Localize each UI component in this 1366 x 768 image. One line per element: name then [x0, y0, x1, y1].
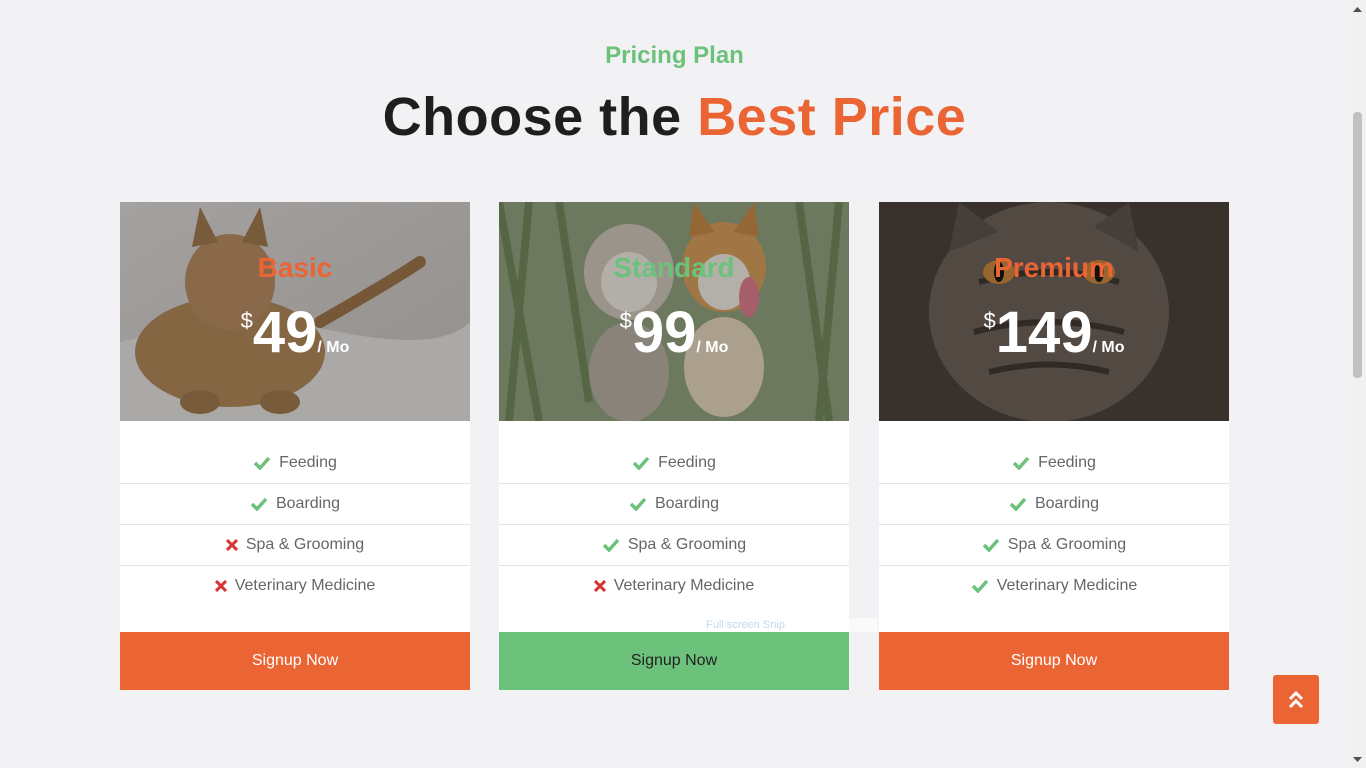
feature-label: Feeding [279, 454, 337, 471]
pricing-subtitle: Pricing Plan [605, 42, 744, 69]
double-chevron-up-icon [1288, 690, 1304, 708]
vertical-scrollbar[interactable] [1349, 0, 1366, 768]
cross-icon [593, 580, 606, 592]
signup-button-basic[interactable]: Signup Now [120, 632, 470, 690]
price-amount: 149 [995, 300, 1093, 365]
signup-button-standard[interactable]: Signup Now [499, 632, 849, 690]
plan-name: Standard [613, 252, 735, 283]
currency-symbol: $ [240, 308, 253, 333]
check-icon [629, 497, 647, 511]
feature-list: Feeding Boarding Spa & Grooming Veterina… [120, 443, 470, 606]
check-icon [982, 538, 1000, 552]
feature-label: Spa & Grooming [627, 536, 747, 553]
scrollbar-thumb[interactable] [1353, 112, 1362, 378]
cross-icon [225, 539, 238, 551]
feature-label: Feeding [658, 454, 716, 471]
feature-item: Boarding [499, 484, 849, 525]
price-period: / Mo [696, 339, 729, 356]
pricing-title: Choose the Best Price [0, 86, 1349, 148]
plan-price: $49/ Mo [120, 302, 470, 364]
feature-list: Feeding Boarding Spa & Grooming Veterina… [499, 443, 849, 606]
check-icon [1009, 497, 1027, 511]
card-header-image: Premium $149/ Mo [879, 202, 1229, 421]
feature-label: Spa & Grooming [245, 536, 365, 553]
feature-label: Veterinary Medicine [234, 577, 376, 594]
check-icon [1012, 456, 1030, 470]
check-icon [602, 538, 620, 552]
plan-name: Basic [257, 252, 333, 283]
pricing-card-standard: Standard $99/ Mo Feeding Boarding Spa & … [499, 202, 849, 690]
scroll-down-arrow[interactable] [1349, 751, 1366, 768]
feature-label: Boarding [275, 495, 341, 512]
feature-label: Boarding [654, 495, 720, 512]
plan-price: $149/ Mo [879, 302, 1229, 364]
check-icon [632, 456, 650, 470]
feature-item: Veterinary Medicine [879, 566, 1229, 606]
card-header-image: Standard $99/ Mo [499, 202, 849, 421]
plan-name: Premium [994, 252, 1114, 283]
feature-item: Spa & Grooming [499, 525, 849, 566]
feature-item: Feeding [499, 443, 849, 484]
snip-tooltip: Full screen Snip [673, 618, 878, 632]
feature-label: Feeding [1038, 454, 1096, 471]
pricing-card-basic: Basic $49/ Mo Feeding Boarding Spa & Gro… [120, 202, 470, 690]
check-icon [971, 579, 989, 593]
plan-price: $99/ Mo [499, 302, 849, 364]
feature-label: Spa & Grooming [1007, 536, 1127, 553]
signup-button-premium[interactable]: Signup Now [879, 632, 1229, 690]
price-period: / Mo [1092, 339, 1125, 356]
feature-item: Feeding [120, 443, 470, 484]
back-to-top-button[interactable] [1273, 675, 1319, 724]
check-icon [250, 497, 268, 511]
price-amount: 49 [252, 300, 318, 365]
feature-item: Veterinary Medicine [120, 566, 470, 606]
currency-symbol: $ [983, 308, 996, 333]
feature-item: Veterinary Medicine [499, 566, 849, 606]
feature-item: Spa & Grooming [879, 525, 1229, 566]
title-accent: Best Price [697, 87, 967, 147]
pricing-card-premium: Premium $149/ Mo Feeding Boarding Spa & … [879, 202, 1229, 690]
feature-label: Veterinary Medicine [613, 577, 755, 594]
feature-item: Spa & Grooming [120, 525, 470, 566]
price-period: / Mo [317, 339, 350, 356]
feature-label: Boarding [1034, 495, 1100, 512]
price-amount: 99 [631, 300, 697, 365]
currency-symbol: $ [619, 308, 632, 333]
cross-icon [214, 580, 227, 592]
scroll-up-arrow[interactable] [1349, 0, 1366, 17]
feature-list: Feeding Boarding Spa & Grooming Veterina… [879, 443, 1229, 606]
feature-item: Feeding [879, 443, 1229, 484]
title-main: Choose the [382, 87, 682, 147]
feature-item: Boarding [879, 484, 1229, 525]
check-icon [253, 456, 271, 470]
card-header-image: Basic $49/ Mo [120, 202, 470, 421]
feature-item: Boarding [120, 484, 470, 525]
feature-label: Veterinary Medicine [996, 577, 1138, 594]
